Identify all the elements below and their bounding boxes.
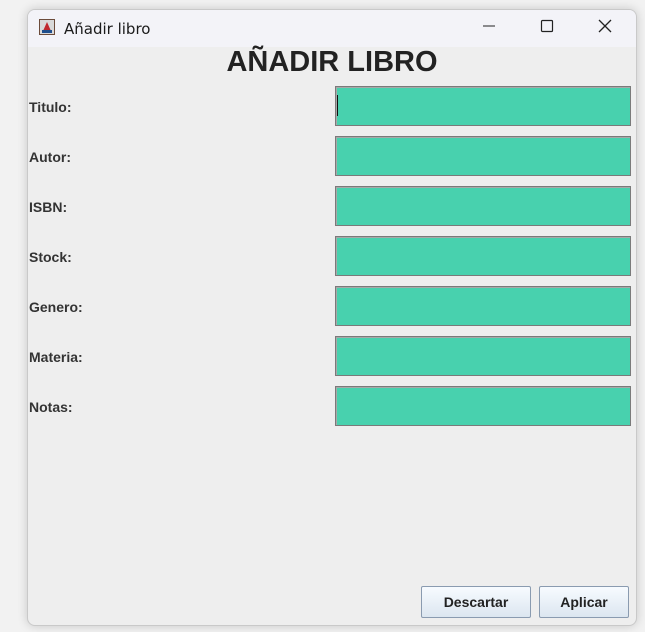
notas-label: Notas: (29, 399, 73, 415)
form-heading: AÑADIR LIBRO (226, 46, 438, 78)
text-caret (337, 95, 338, 116)
autor-label: Autor: (29, 149, 71, 165)
java-cup-icon (38, 18, 56, 36)
isbn-input[interactable] (335, 186, 631, 226)
close-button[interactable] (576, 10, 634, 47)
title-bar[interactable]: Añadir libro (28, 10, 636, 47)
stock-input[interactable] (335, 236, 631, 276)
autor-input[interactable] (335, 136, 631, 176)
minimize-button[interactable] (460, 10, 518, 47)
window-title: Añadir libro (64, 20, 151, 38)
close-icon (598, 19, 612, 38)
materia-label: Materia: (29, 349, 83, 365)
isbn-label: ISBN: (29, 199, 68, 215)
maximize-button[interactable] (518, 10, 576, 47)
titulo-input[interactable] (335, 86, 631, 126)
discard-button[interactable]: Descartar (421, 586, 531, 618)
notas-input[interactable] (335, 386, 631, 426)
add-book-window: Añadir libro AÑADIR LIBRO Titulo: Autor:… (27, 9, 637, 626)
genero-input[interactable] (335, 286, 631, 326)
genero-label: Genero: (29, 299, 83, 315)
apply-button[interactable]: Aplicar (539, 586, 629, 618)
stock-label: Stock: (29, 249, 72, 265)
minimize-icon (482, 19, 496, 38)
materia-input[interactable] (335, 336, 631, 376)
titulo-label: Titulo: (29, 99, 72, 115)
maximize-icon (540, 19, 554, 38)
